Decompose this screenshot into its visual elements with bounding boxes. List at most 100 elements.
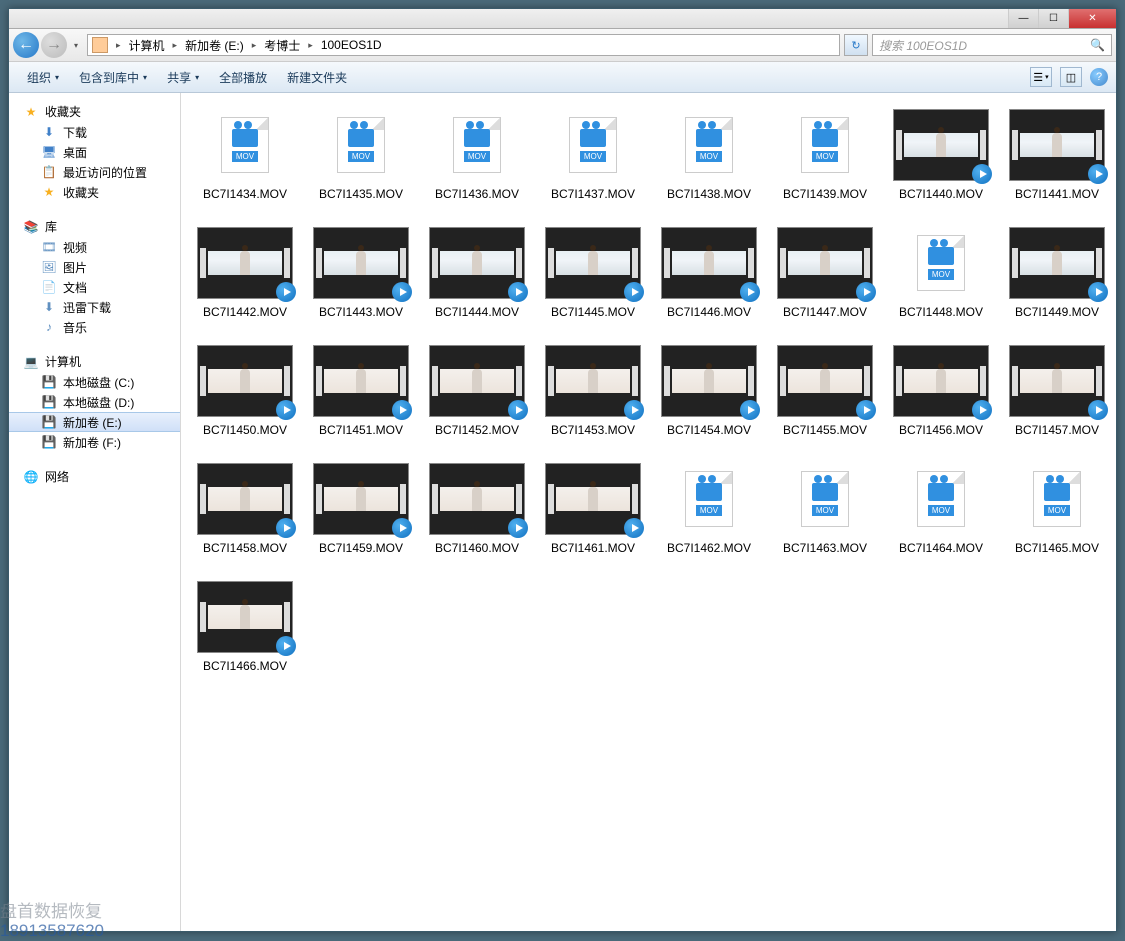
file-item[interactable]: BC7I1449.MOV: [1001, 223, 1113, 323]
file-item[interactable]: MOV BC7I1438.MOV: [653, 105, 765, 205]
breadcrumb-folder2[interactable]: 100EOS1D: [317, 35, 386, 55]
include-in-library-menu[interactable]: 包含到库中▾: [69, 65, 157, 90]
sidebar-computer[interactable]: 💻计算机: [9, 351, 180, 372]
maximize-button[interactable]: ☐: [1038, 9, 1068, 28]
sidebar-favorites[interactable]: ★收藏夹: [9, 101, 180, 122]
video-thumbnail: [197, 463, 293, 535]
sidebar-music[interactable]: ♪音乐: [9, 317, 180, 337]
file-name: BC7I1453.MOV: [551, 423, 635, 437]
file-item[interactable]: BC7I1450.MOV: [189, 341, 301, 441]
mov-file-icon: MOV: [545, 109, 641, 181]
file-item[interactable]: BC7I1454.MOV: [653, 341, 765, 441]
refresh-button[interactable]: ↻: [844, 34, 868, 56]
file-item[interactable]: BC7I1451.MOV: [305, 341, 417, 441]
file-item[interactable]: MOV BC7I1463.MOV: [769, 459, 881, 559]
file-name: BC7I1434.MOV: [203, 187, 287, 201]
view-options-button[interactable]: ☰ ▾: [1030, 67, 1052, 87]
file-name: BC7I1436.MOV: [435, 187, 519, 201]
sidebar-recent[interactable]: 📋最近访问的位置: [9, 162, 180, 182]
file-item[interactable]: MOV BC7I1435.MOV: [305, 105, 417, 205]
sidebar-network[interactable]: 🌐网络: [9, 466, 180, 487]
minimize-button[interactable]: —: [1008, 9, 1038, 28]
file-name: BC7I1458.MOV: [203, 541, 287, 555]
computer-icon: 💻: [23, 354, 39, 370]
file-item[interactable]: BC7I1445.MOV: [537, 223, 649, 323]
file-item[interactable]: BC7I1442.MOV: [189, 223, 301, 323]
sidebar-drive-c[interactable]: 💾本地磁盘 (C:): [9, 372, 180, 392]
file-name: BC7I1443.MOV: [319, 305, 403, 319]
search-input[interactable]: 搜索 100EOS1D 🔍: [872, 34, 1112, 56]
sidebar-videos[interactable]: 🎞视频: [9, 237, 180, 257]
file-item[interactable]: MOV BC7I1448.MOV: [885, 223, 997, 323]
file-item[interactable]: BC7I1455.MOV: [769, 341, 881, 441]
breadcrumb-drive[interactable]: 新加卷 (E:): [181, 35, 248, 55]
navigation-pane: ★收藏夹 ⬇下载 🖥桌面 📋最近访问的位置 ★收藏夹 📚库 🎞视频 🖼图片 📄文…: [9, 93, 181, 931]
video-thumbnail: [313, 345, 409, 417]
file-item[interactable]: MOV BC7I1436.MOV: [421, 105, 533, 205]
file-item[interactable]: BC7I1452.MOV: [421, 341, 533, 441]
share-menu[interactable]: 共享▾: [157, 65, 209, 90]
file-item[interactable]: BC7I1447.MOV: [769, 223, 881, 323]
chevron-right-icon[interactable]: ▸: [248, 40, 261, 51]
sidebar-drive-e[interactable]: 💾新加卷 (E:): [9, 412, 180, 432]
file-item[interactable]: MOV BC7I1439.MOV: [769, 105, 881, 205]
file-item[interactable]: BC7I1457.MOV: [1001, 341, 1113, 441]
file-item[interactable]: BC7I1460.MOV: [421, 459, 533, 559]
file-item[interactable]: BC7I1444.MOV: [421, 223, 533, 323]
sidebar-pictures[interactable]: 🖼图片: [9, 257, 180, 277]
sidebar-thunder[interactable]: ⬇迅雷下载: [9, 297, 180, 317]
sidebar-favorites-item[interactable]: ★收藏夹: [9, 182, 180, 202]
file-name: BC7I1445.MOV: [551, 305, 635, 319]
sidebar-libraries[interactable]: 📚库: [9, 216, 180, 237]
download-icon: ⬇: [41, 299, 57, 315]
download-icon: ⬇: [41, 124, 57, 140]
play-overlay-icon: [856, 282, 876, 302]
chevron-right-icon[interactable]: ▸: [304, 40, 317, 51]
file-item[interactable]: BC7I1456.MOV: [885, 341, 997, 441]
file-name: BC7I1466.MOV: [203, 659, 287, 673]
close-button[interactable]: ✕: [1068, 9, 1116, 28]
file-item[interactable]: BC7I1466.MOV: [189, 577, 301, 677]
sidebar-desktop[interactable]: 🖥桌面: [9, 142, 180, 162]
file-item[interactable]: MOV BC7I1465.MOV: [1001, 459, 1113, 559]
sidebar-drive-d[interactable]: 💾本地磁盘 (D:): [9, 392, 180, 412]
chevron-right-icon[interactable]: ▸: [112, 40, 125, 51]
mov-file-icon: MOV: [197, 109, 293, 181]
breadcrumb-folder1[interactable]: 考博士: [260, 35, 304, 55]
file-item[interactable]: BC7I1446.MOV: [653, 223, 765, 323]
preview-pane-button[interactable]: ◫: [1060, 67, 1082, 87]
mov-file-icon: MOV: [313, 109, 409, 181]
history-dropdown[interactable]: ▾: [69, 32, 83, 58]
breadcrumb-computer[interactable]: 计算机: [125, 35, 169, 55]
help-button[interactable]: ?: [1090, 68, 1108, 86]
sidebar-documents[interactable]: 📄文档: [9, 277, 180, 297]
play-all-button[interactable]: 全部播放: [209, 65, 277, 90]
file-item[interactable]: MOV BC7I1464.MOV: [885, 459, 997, 559]
new-folder-button[interactable]: 新建文件夹: [277, 65, 357, 90]
file-item[interactable]: BC7I1443.MOV: [305, 223, 417, 323]
address-bar[interactable]: ▸ 计算机 ▸ 新加卷 (E:) ▸ 考博士 ▸ 100EOS1D: [87, 34, 840, 56]
forward-button[interactable]: →: [41, 32, 67, 58]
back-button[interactable]: ←: [13, 32, 39, 58]
folder-icon: [92, 37, 108, 53]
star-icon: ★: [41, 184, 57, 200]
file-item[interactable]: BC7I1441.MOV: [1001, 105, 1113, 205]
file-item[interactable]: BC7I1440.MOV: [885, 105, 997, 205]
organize-menu[interactable]: 组织▾: [17, 65, 69, 90]
file-item[interactable]: MOV BC7I1434.MOV: [189, 105, 301, 205]
file-list[interactable]: MOV BC7I1434.MOV MOV BC7I1435.MOV MOV BC…: [181, 93, 1116, 931]
command-bar: 组织▾ 包含到库中▾ 共享▾ 全部播放 新建文件夹 ☰ ▾ ◫ ?: [9, 62, 1116, 93]
file-item[interactable]: BC7I1458.MOV: [189, 459, 301, 559]
file-item[interactable]: MOV BC7I1437.MOV: [537, 105, 649, 205]
file-item[interactable]: MOV BC7I1462.MOV: [653, 459, 765, 559]
explorer-body: ★收藏夹 ⬇下载 🖥桌面 📋最近访问的位置 ★收藏夹 📚库 🎞视频 🖼图片 📄文…: [9, 93, 1116, 931]
file-item[interactable]: BC7I1453.MOV: [537, 341, 649, 441]
search-placeholder: 搜索 100EOS1D: [879, 37, 967, 54]
chevron-right-icon[interactable]: ▸: [169, 40, 182, 51]
file-item[interactable]: BC7I1461.MOV: [537, 459, 649, 559]
sidebar-drive-f[interactable]: 💾新加卷 (F:): [9, 432, 180, 452]
video-thumbnail: [777, 345, 873, 417]
star-icon: ★: [23, 104, 39, 120]
file-item[interactable]: BC7I1459.MOV: [305, 459, 417, 559]
sidebar-downloads[interactable]: ⬇下载: [9, 122, 180, 142]
